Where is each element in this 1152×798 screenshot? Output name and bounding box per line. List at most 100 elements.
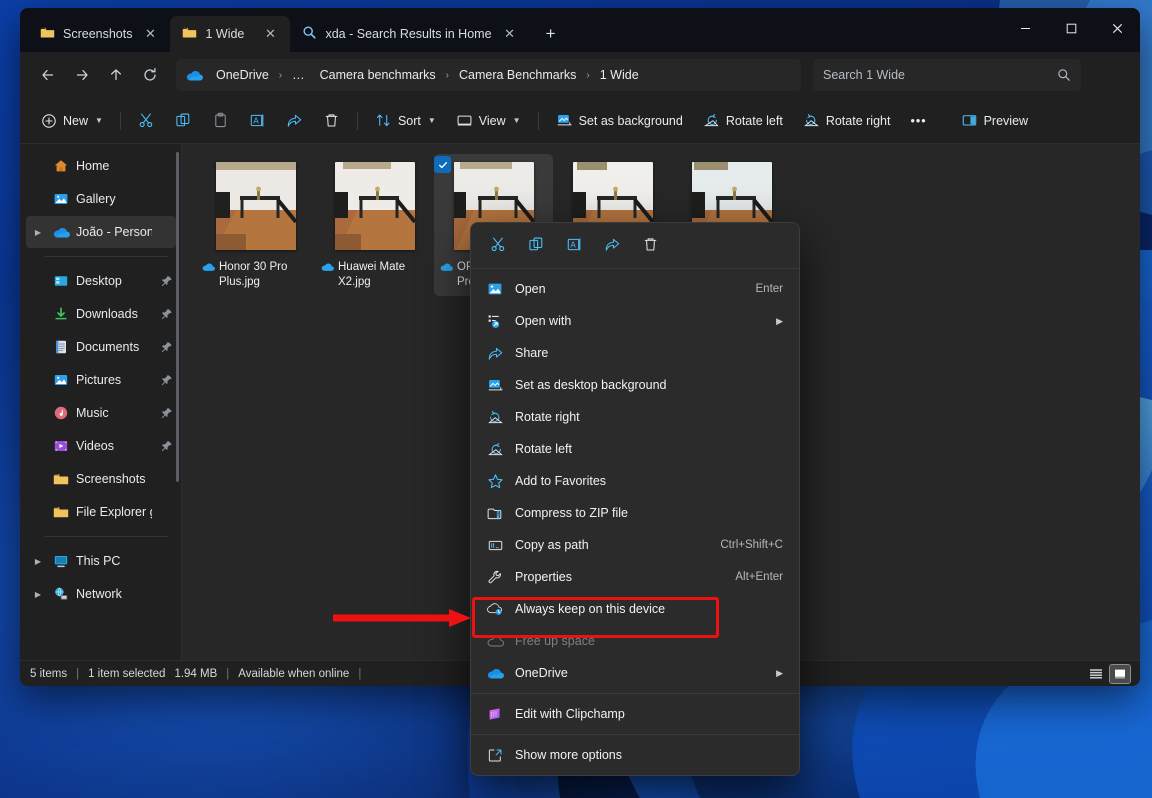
sidebar-item-music[interactable]: Music xyxy=(26,397,176,429)
rotate-right-button[interactable]: Rotate right xyxy=(794,105,900,137)
delete-button[interactable] xyxy=(633,230,667,262)
new-tab-button[interactable]: + xyxy=(536,19,566,49)
back-button[interactable] xyxy=(32,59,64,91)
chevron-right-icon[interactable]: ▶ xyxy=(30,557,46,566)
tab-close-icon[interactable]: ✕ xyxy=(260,24,280,44)
sidebar-label: Desktop xyxy=(76,274,152,288)
share-button[interactable] xyxy=(595,230,629,262)
menu-item-copy-as-path[interactable]: Copy as path Ctrl+Shift+C xyxy=(475,529,795,561)
pin-icon[interactable] xyxy=(158,374,176,386)
breadcrumb-item-camera-benchmarks-lower[interactable]: Camera benchmarks xyxy=(314,65,442,85)
rename-button[interactable]: A xyxy=(557,230,591,262)
breadcrumb-item-camera-benchmarks[interactable]: Camera Benchmarks xyxy=(453,65,582,85)
share-button[interactable] xyxy=(277,105,312,137)
menu-item-onedrive[interactable]: OneDrive ▶ xyxy=(475,657,795,689)
folder-icon xyxy=(52,504,70,520)
preview-button[interactable]: Preview xyxy=(952,105,1037,137)
onedrive-icon xyxy=(186,69,203,82)
cloud-icon xyxy=(440,262,453,290)
refresh-button[interactable] xyxy=(134,59,166,91)
sidebar-item-this-pc[interactable]: ▶ This PC xyxy=(26,545,176,577)
pin-icon[interactable] xyxy=(158,275,176,287)
breadcrumb[interactable]: OneDrive › … Camera benchmarks › Camera … xyxy=(176,59,801,91)
menu-item-properties[interactable]: Properties Alt+Enter xyxy=(475,561,795,593)
sidebar-item-pictures[interactable]: Pictures xyxy=(26,364,176,396)
menu-item-edit-with-clipchamp[interactable]: Edit with Clipchamp xyxy=(475,698,795,730)
tab-screenshots[interactable]: Screenshots ✕ xyxy=(28,16,170,52)
large-icons-view-icon[interactable] xyxy=(1110,665,1130,683)
close-button[interactable] xyxy=(1094,8,1140,48)
set-as-background-button[interactable]: Set as background xyxy=(547,105,692,137)
menu-item-always-keep-on-this-device[interactable]: Always keep on this device xyxy=(475,593,795,625)
menu-item-label: Compress to ZIP file xyxy=(515,506,783,520)
selection-checkbox[interactable] xyxy=(434,156,451,173)
breadcrumb-item-onedrive[interactable]: OneDrive xyxy=(210,65,275,85)
set-as-background-label: Set as background xyxy=(579,114,683,128)
annotation-arrow xyxy=(333,608,473,628)
sidebar-item-desktop[interactable]: Desktop xyxy=(26,265,176,297)
tab-close-icon[interactable]: ✕ xyxy=(500,24,520,44)
sidebar-label: This PC xyxy=(76,554,152,568)
menu-item-label: Rotate right xyxy=(515,410,783,424)
menu-item-open-with[interactable]: Open with ▶ xyxy=(475,305,795,337)
sidebar-item-home[interactable]: Home xyxy=(26,150,176,182)
menu-item-compress-to-zip[interactable]: Compress to ZIP file xyxy=(475,497,795,529)
sidebar-label: File Explorer gui xyxy=(76,505,152,519)
sort-button[interactable]: Sort ▼ xyxy=(366,105,445,137)
paste-button[interactable] xyxy=(203,105,238,137)
copy-button[interactable] xyxy=(519,230,553,262)
gallery-icon xyxy=(52,191,70,207)
chevron-right-icon[interactable]: ▶ xyxy=(30,228,46,237)
search-icon xyxy=(1057,68,1071,82)
menu-item-rotate-right[interactable]: Rotate right xyxy=(475,401,795,433)
new-button[interactable]: New ▼ xyxy=(32,105,112,137)
menu-item-share[interactable]: Share xyxy=(475,337,795,369)
pin-icon[interactable] xyxy=(158,341,176,353)
preview-pane-icon xyxy=(961,112,978,129)
menu-item-add-to-favorites[interactable]: Add to Favorites xyxy=(475,465,795,497)
maximize-button[interactable] xyxy=(1048,8,1094,48)
menu-item-rotate-left[interactable]: Rotate left xyxy=(475,433,795,465)
file-tile-huawei-mate-x2[interactable]: Huawei Mate X2.jpg xyxy=(315,154,434,296)
pin-icon[interactable] xyxy=(158,407,176,419)
cut-button[interactable] xyxy=(481,230,515,262)
breadcrumb-separator: › xyxy=(585,70,590,81)
sidebar-item-videos[interactable]: Videos xyxy=(26,430,176,462)
menu-item-show-more-options[interactable]: Show more options xyxy=(475,739,795,771)
tab-close-icon[interactable]: ✕ xyxy=(140,24,160,44)
rename-button[interactable]: A xyxy=(240,105,275,137)
breadcrumb-item-1-wide[interactable]: 1 Wide xyxy=(594,65,645,85)
menu-item-open[interactable]: Open Enter xyxy=(475,273,795,305)
up-button[interactable] xyxy=(100,59,132,91)
sidebar-item-file-explorer-gui[interactable]: File Explorer gui xyxy=(26,496,176,528)
rotate-left-button[interactable]: Rotate left xyxy=(694,105,792,137)
sidebar-item-screenshots[interactable]: Screenshots xyxy=(26,463,176,495)
forward-button[interactable] xyxy=(66,59,98,91)
tab-strip: Screenshots ✕ 1 Wide ✕ xda - Search Resu… xyxy=(20,8,566,52)
file-tile-honor-30-pro-plus[interactable]: Honor 30 Pro Plus.jpg xyxy=(196,154,315,296)
tab-xda-search[interactable]: xda - Search Results in Home ✕ xyxy=(290,16,529,52)
more-options-button[interactable]: ••• xyxy=(901,105,935,137)
breadcrumb-overflow[interactable]: … xyxy=(286,65,311,85)
delete-button[interactable] xyxy=(314,105,349,137)
sidebar-scrollbar[interactable] xyxy=(176,152,179,482)
sidebar-item-network[interactable]: ▶ Network xyxy=(26,578,176,610)
copy-button[interactable] xyxy=(166,105,201,137)
pin-icon[interactable] xyxy=(158,440,176,452)
chevron-down-icon: ▼ xyxy=(513,116,521,125)
sidebar-item-downloads[interactable]: Downloads xyxy=(26,298,176,330)
sidebar-item-documents[interactable]: Documents xyxy=(26,331,176,363)
music-icon xyxy=(52,405,70,421)
sidebar-item-gallery[interactable]: Gallery xyxy=(26,183,176,215)
search-input[interactable]: Search 1 Wide xyxy=(813,59,1081,91)
pin-icon[interactable] xyxy=(158,308,176,320)
minimize-button[interactable] xyxy=(1002,8,1048,48)
tab-1-wide[interactable]: 1 Wide ✕ xyxy=(170,16,290,52)
menu-item-set-as-desktop-background[interactable]: Set as desktop background xyxy=(475,369,795,401)
cut-button[interactable] xyxy=(129,105,164,137)
view-button[interactable]: View ▼ xyxy=(447,105,530,137)
menu-item-label: Show more options xyxy=(515,748,783,762)
sidebar-item-joao-personal[interactable]: ▶ João - Personal xyxy=(26,216,176,248)
chevron-right-icon[interactable]: ▶ xyxy=(30,590,46,599)
details-view-icon[interactable] xyxy=(1086,665,1106,683)
